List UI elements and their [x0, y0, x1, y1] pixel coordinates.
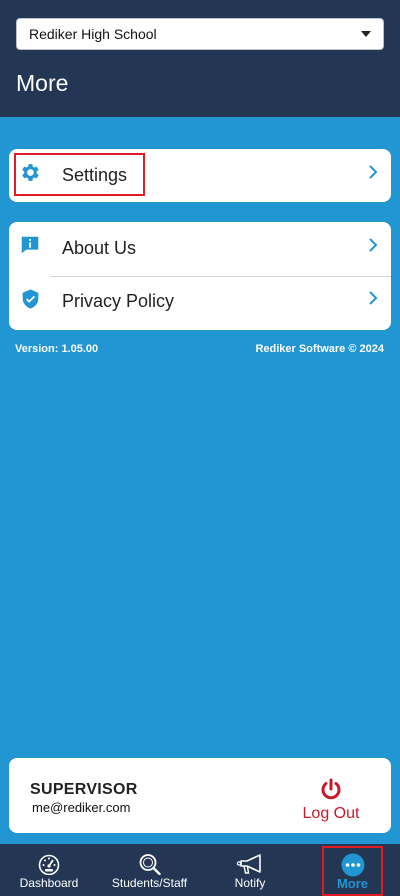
caret-down-icon — [361, 31, 371, 37]
logout-button[interactable]: Log Out — [299, 778, 363, 822]
bottom-tab-bar: Dashboard Students/Staff Notify More — [0, 844, 400, 896]
copyright-text: Rediker Software © 2024 — [255, 343, 384, 355]
megaphone-icon — [236, 854, 261, 874]
tab-notify-label: Notify — [234, 876, 266, 890]
menu-item-about-us-label: About Us — [62, 238, 137, 258]
tab-dashboard-label: Dashboard — [19, 876, 79, 890]
logout-label: Log Out — [302, 805, 360, 822]
school-dropdown-value: Rediker High School — [29, 26, 157, 42]
app-header: Rediker High School More — [0, 0, 400, 117]
more-tab-highlight-box — [322, 846, 383, 896]
chevron-right-icon — [369, 165, 378, 179]
menu-item-privacy-policy[interactable]: Privacy Policy — [9, 275, 391, 328]
shield-icon — [22, 289, 39, 309]
page-title: More — [16, 70, 69, 96]
user-role: SUPERVISOR — [30, 781, 138, 798]
tab-students-staff[interactable]: Students/Staff — [102, 844, 197, 896]
tab-dashboard[interactable]: Dashboard — [8, 844, 90, 896]
search-icon — [139, 854, 161, 875]
school-dropdown[interactable]: Rediker High School — [16, 18, 384, 50]
tab-students-staff-label: Students/Staff — [111, 876, 188, 890]
dashboard-icon — [38, 854, 60, 875]
info-icon — [21, 236, 39, 254]
chevron-right-icon — [369, 238, 378, 252]
info-card: About Us Privacy Policy — [9, 222, 391, 330]
version-text: Version: 1.05.00 — [15, 343, 99, 355]
chevron-right-icon — [369, 291, 378, 305]
user-email: me@rediker.com — [32, 800, 131, 815]
user-card: SUPERVISOR me@rediker.com Log Out — [9, 758, 391, 833]
power-icon — [321, 778, 341, 800]
menu-item-privacy-policy-label: Privacy Policy — [62, 291, 175, 311]
menu-item-about-us[interactable]: About Us — [9, 222, 391, 275]
tab-notify[interactable]: Notify — [215, 844, 285, 896]
settings-highlight-box — [14, 153, 145, 196]
